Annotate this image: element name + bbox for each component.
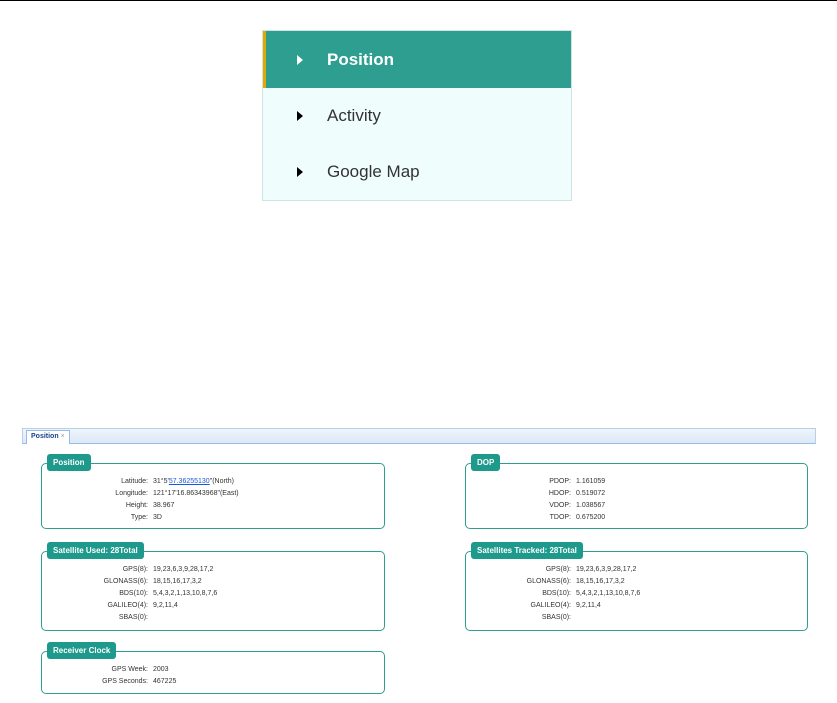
latitude-link[interactable]: 57.36255130	[169, 478, 210, 485]
gps-seconds-value: 467225	[153, 678, 177, 685]
glonass-value: 18,15,16,17,3,2	[153, 578, 202, 585]
nav-menu: Position Activity Google Map	[262, 30, 572, 201]
triangle-right-icon	[297, 54, 303, 65]
bds-value: 5,4,3,2,1,13,10,8,7,6	[153, 590, 218, 597]
receiver-clock-box: Receiver Clock GPS Week: 2003 GPS Second…	[41, 642, 385, 694]
bds-label: BDS(10):	[542, 590, 571, 597]
tdop-label: TDOP:	[549, 514, 571, 521]
gps-value: 19,23,6,3,9,28,17,2	[153, 566, 214, 573]
sbas-label: SBAS(0):	[118, 614, 148, 621]
galileo-value: 9,2,11,4	[153, 602, 178, 609]
pdop-value: 1.161059	[576, 478, 606, 485]
galileo-label: GALILEO(4):	[530, 602, 571, 609]
gps-label: GPS(8):	[545, 566, 571, 573]
satellites-tracked-title: Satellites Tracked: 28Total	[471, 542, 583, 559]
type-label: Type:	[130, 514, 148, 521]
galileo-label: GALILEO(4):	[107, 602, 148, 609]
menu-item-label: Position	[327, 49, 395, 69]
gps-seconds-label: GPS Seconds:	[102, 678, 148, 685]
tdop-value: 0.675200	[576, 514, 606, 521]
tab-bar: Position ×	[22, 428, 816, 444]
tab-position[interactable]: Position ×	[26, 430, 70, 444]
hdop-label: HDOP:	[548, 490, 571, 497]
pdop-label: PDOP:	[549, 478, 571, 485]
latitude-suffix: "(North)	[209, 478, 234, 485]
triangle-right-icon	[297, 167, 303, 177]
dop-box: DOP PDOP: 1.161059 HDOP: 0.519072 VDOP: …	[465, 454, 808, 529]
bds-value: 5,4,3,2,1,13,10,8,7,6	[576, 590, 641, 597]
latitude-value: 31°5'57.36255130"(North)	[153, 478, 234, 485]
bds-label: BDS(10):	[119, 590, 148, 597]
position-panel: Position × Position Latitude: 31°5'57.362…	[22, 428, 816, 703]
position-box: Position Latitude: 31°5'57.36255130"(Nor…	[41, 454, 385, 529]
close-icon[interactable]: ×	[61, 433, 65, 440]
height-label: Height:	[125, 502, 148, 509]
menu-item-label: Activity	[327, 106, 381, 125]
menu-item-google-map[interactable]: Google Map	[263, 144, 571, 200]
latitude-prefix: 31°5'	[153, 478, 169, 485]
position-box-title: Position	[47, 454, 91, 471]
height-value: 38.967	[153, 502, 175, 509]
triangle-right-icon	[297, 111, 303, 121]
latitude-label: Latitude:	[121, 478, 148, 485]
menu-item-activity[interactable]: Activity	[263, 88, 571, 144]
menu-item-label: Google Map	[327, 162, 420, 181]
gps-label: GPS(8):	[122, 566, 148, 573]
vdop-label: VDOP:	[549, 502, 571, 509]
type-value: 3D	[153, 514, 162, 521]
longitude-value: 121°17'16.86343968"(East)	[153, 490, 239, 497]
gps-value: 19,23,6,3,9,28,17,2	[576, 566, 637, 573]
satellite-used-box: Satellite Used: 28Total GPS(8): 19,23,6,…	[41, 542, 385, 631]
gps-week-label: GPS Week:	[111, 666, 148, 673]
glonass-label: GLONASS(6):	[103, 578, 148, 585]
gps-week-value: 2003	[153, 666, 169, 673]
glonass-value: 18,15,16,17,3,2	[576, 578, 625, 585]
receiver-clock-title: Receiver Clock	[47, 642, 117, 659]
glonass-label: GLONASS(6):	[526, 578, 571, 585]
tab-label: Position	[31, 433, 59, 440]
longitude-label: Longitude:	[115, 490, 148, 497]
galileo-value: 9,2,11,4	[576, 602, 601, 609]
sbas-label: SBAS(0):	[541, 614, 571, 621]
satellites-tracked-box: Satellites Tracked: 28Total GPS(8): 19,2…	[465, 542, 808, 631]
hdop-value: 0.519072	[576, 490, 606, 497]
satellite-used-title: Satellite Used: 28Total	[47, 542, 144, 559]
menu-item-position[interactable]: Position	[263, 31, 571, 88]
vdop-value: 1.038567	[576, 502, 606, 509]
top-divider	[0, 0, 837, 1]
dop-box-title: DOP	[471, 454, 501, 471]
